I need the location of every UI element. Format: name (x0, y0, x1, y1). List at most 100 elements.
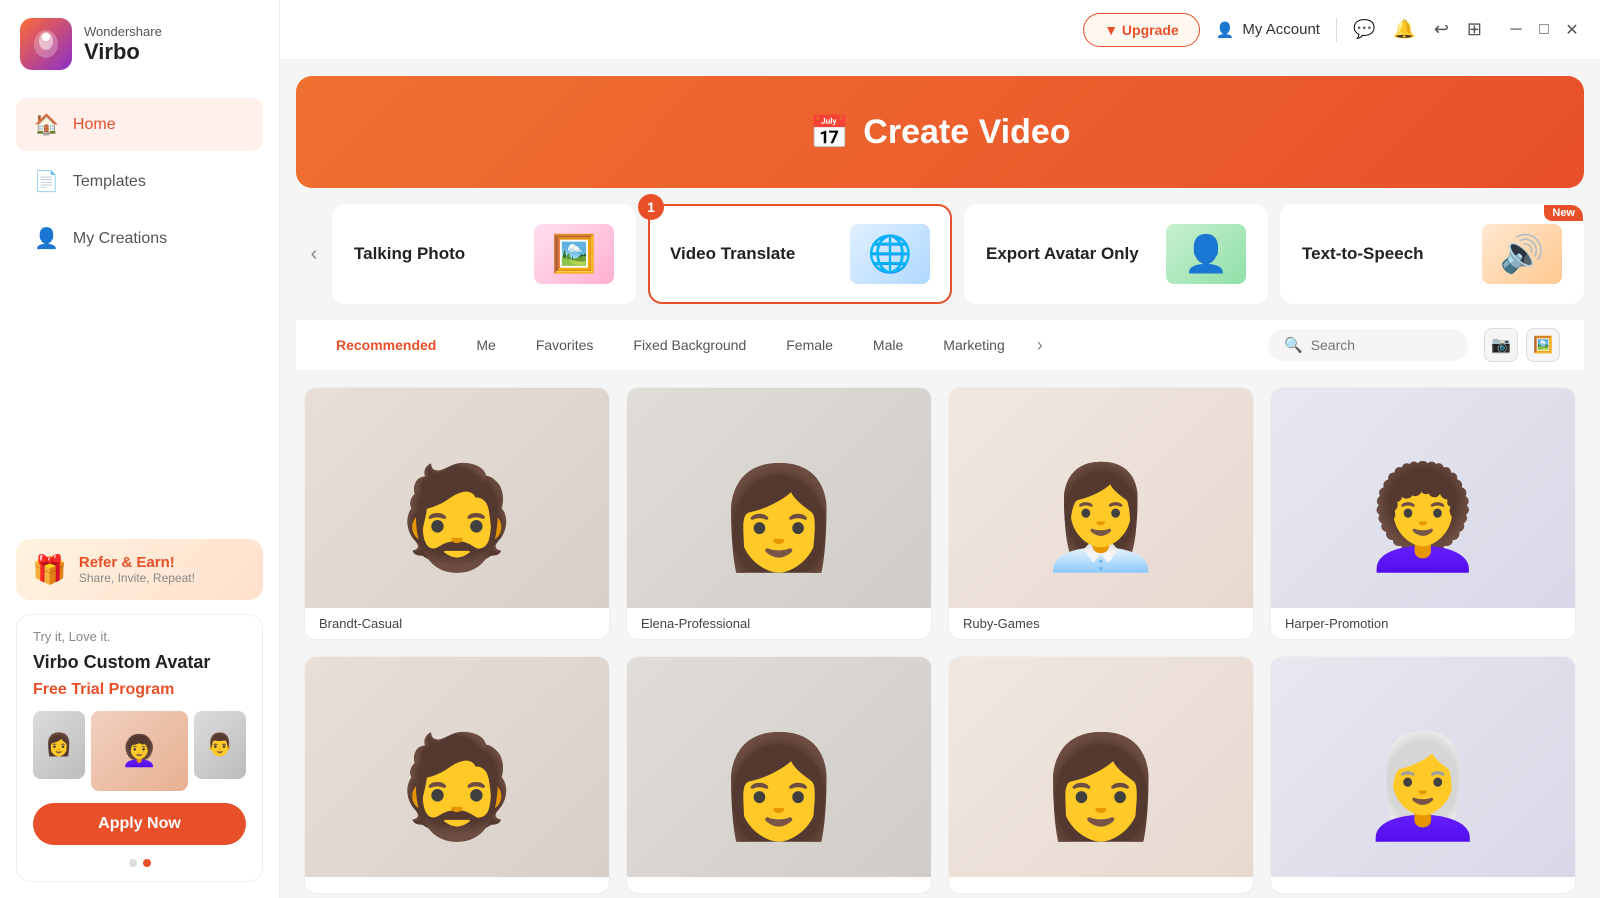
carousel-dots (33, 859, 246, 867)
close-button[interactable]: ✕ (1564, 22, 1580, 38)
avatar-card-8[interactable]: 👩‍🦳 (1270, 656, 1576, 894)
text-to-speech-label: Text-to-Speech (1302, 243, 1424, 265)
avatar-img-6: 👩 (627, 657, 931, 877)
minimize-button[interactable]: ─ (1508, 22, 1524, 38)
maximize-button[interactable]: □ (1536, 22, 1552, 38)
home-icon: 🏠 (34, 112, 59, 137)
filter-tab-fixed-bg[interactable]: Fixed Background (617, 330, 762, 360)
filter-tab-me[interactable]: Me (460, 330, 511, 360)
logo: Wondershare Virbo (0, 0, 279, 88)
avatar-name-elena: Elena-Professional (627, 608, 931, 639)
filter-tab-recommended[interactable]: Recommended (320, 330, 452, 360)
avatar-card-6[interactable]: 👩 (626, 656, 932, 894)
templates-icon: 📄 (34, 169, 59, 194)
avatar-name-brandt: Brandt-Casual (305, 608, 609, 639)
text-to-speech-img: 🔊 (1482, 224, 1562, 284)
upload-icons: 📷 🖼️ (1484, 328, 1560, 362)
titlebar-divider (1336, 18, 1337, 42)
window-controls: ─ □ ✕ (1508, 22, 1580, 38)
trial-highlight: Free Trial Program (33, 681, 246, 699)
dot-2 (143, 859, 151, 867)
upgrade-button[interactable]: ▼ Upgrade (1083, 13, 1200, 47)
feature-card-export-avatar[interactable]: Export Avatar Only 👤 (964, 204, 1268, 304)
avatar-img-5: 🧔 (305, 657, 609, 877)
sidebar-item-home-label: Home (73, 116, 116, 134)
sidebar-item-templates-label: Templates (73, 173, 146, 191)
avatar-card-ruby[interactable]: 👩‍💼 Ruby-Games (948, 387, 1254, 640)
avatar-img-elena: 👩 (627, 388, 931, 608)
avatar-img-harper: 👩‍🦱 (1271, 388, 1575, 608)
main-content: ▼ Upgrade 👤 My Account 💬 🔔 ↩ ⊞ ─ □ ✕ 📅 C… (280, 0, 1600, 898)
trial-card[interactable]: Try it, Love it. Virbo Custom Avatar Fre… (16, 614, 263, 882)
my-creations-icon: 👤 (34, 226, 59, 251)
avatar-img-ruby: 👩‍💼 (949, 388, 1253, 608)
feature-cards: Talking Photo 🖼️ 1 Video Translate 🌐 (332, 188, 1584, 320)
trial-images: 👩 👩‍🦱 👨 (33, 711, 246, 791)
upload-button-2[interactable]: 🖼️ (1526, 328, 1560, 362)
avatar-card-harper[interactable]: 👩‍🦱 Harper-Promotion (1270, 387, 1576, 640)
trial-img-main: 👩‍🦱 (91, 711, 188, 791)
avatar-name-8 (1271, 877, 1575, 893)
export-avatar-img: 👤 (1166, 224, 1246, 284)
content-area: 📅 Create Video ‹ Talking Photo 🖼️ (280, 76, 1600, 898)
sidebar-bottom: 🎁 Refer & Earn! Share, Invite, Repeat! T… (0, 523, 279, 898)
avatar-name-harper: Harper-Promotion (1271, 608, 1575, 639)
main-scroll: 📅 Create Video ‹ Talking Photo 🖼️ (280, 60, 1600, 898)
titlebar-icons: 💬 🔔 ↩ ⊞ (1353, 19, 1482, 40)
account-button[interactable]: 👤 My Account (1216, 21, 1320, 39)
filter-tab-favorites[interactable]: Favorites (520, 330, 610, 360)
avatar-card-7[interactable]: 👩 (948, 656, 1254, 894)
avatar-card-brandt[interactable]: 🧔 Brandt-Casual (304, 387, 610, 640)
video-translate-img: 🌐 (850, 224, 930, 284)
avatar-name-ruby: Ruby-Games (949, 608, 1253, 639)
sidebar-item-templates[interactable]: 📄 Templates (16, 155, 263, 208)
titlebar: ▼ Upgrade 👤 My Account 💬 🔔 ↩ ⊞ ─ □ ✕ (280, 0, 1600, 60)
filter-row: Recommended Me Favorites Fixed Backgroun… (296, 320, 1584, 371)
logo-icon (20, 18, 72, 70)
filter-tab-female[interactable]: Female (770, 330, 849, 360)
refer-subtitle: Share, Invite, Repeat! (79, 571, 195, 585)
avatar-img-brandt: 🧔 (305, 388, 609, 608)
app-name: Virbo (84, 39, 162, 65)
avatar-card-elena[interactable]: 👩 Elena-Professional (626, 387, 932, 640)
trial-img-2: 👨 (194, 711, 246, 779)
talking-photo-label: Talking Photo (354, 243, 465, 265)
trial-title: Virbo Custom Avatar (33, 652, 246, 673)
filter-more-button[interactable]: › (1029, 331, 1051, 360)
refer-card[interactable]: 🎁 Refer & Earn! Share, Invite, Repeat! (16, 539, 263, 600)
sidebar-nav: 🏠 Home 📄 Templates 👤 My Creations (0, 88, 279, 275)
filter-tab-marketing[interactable]: Marketing (927, 330, 1020, 360)
feature-card-text-to-speech[interactable]: New Text-to-Speech 🔊 (1280, 204, 1584, 304)
notification-icon[interactable]: 🔔 (1393, 19, 1415, 40)
sidebar-item-my-creations[interactable]: 👤 My Creations (16, 212, 263, 265)
chat-icon[interactable]: 💬 (1353, 19, 1375, 40)
avatar-name-6 (627, 877, 931, 893)
search-input[interactable] (1311, 337, 1431, 353)
talking-photo-img: 🖼️ (534, 224, 614, 284)
refer-title: Refer & Earn! (79, 554, 195, 571)
grid-icon[interactable]: ⊞ (1467, 19, 1482, 40)
video-translate-label: Video Translate (670, 243, 795, 265)
hero-banner: 📅 Create Video (296, 76, 1584, 188)
dot-1 (129, 859, 137, 867)
feature-card-talking-photo[interactable]: Talking Photo 🖼️ (332, 204, 636, 304)
feature-row: ‹ Talking Photo 🖼️ 1 Video Translate (280, 188, 1600, 320)
avatar-card-5[interactable]: 🧔 (304, 656, 610, 894)
upload-button-1[interactable]: 📷 (1484, 328, 1518, 362)
refer-icon: 🎁 (32, 553, 67, 586)
feature-card-video-translate[interactable]: 1 Video Translate 🌐 (648, 204, 952, 304)
avatar-name-7 (949, 877, 1253, 893)
filter-tab-male[interactable]: Male (857, 330, 919, 360)
avatar-name-5 (305, 877, 609, 893)
export-avatar-label: Export Avatar Only (986, 243, 1139, 265)
history-icon[interactable]: ↩ (1434, 19, 1449, 40)
sidebar-item-my-creations-label: My Creations (73, 230, 167, 248)
create-video-icon: 📅 (809, 113, 849, 151)
apply-now-button[interactable]: Apply Now (33, 803, 246, 845)
feature-prev-button[interactable]: ‹ (296, 188, 332, 320)
avatar-img-8: 👩‍🦳 (1271, 657, 1575, 877)
trial-eyebrow: Try it, Love it. (33, 629, 246, 644)
sidebar-item-home[interactable]: 🏠 Home (16, 98, 263, 151)
account-label: My Account (1242, 21, 1320, 38)
trial-img-1: 👩 (33, 711, 85, 779)
